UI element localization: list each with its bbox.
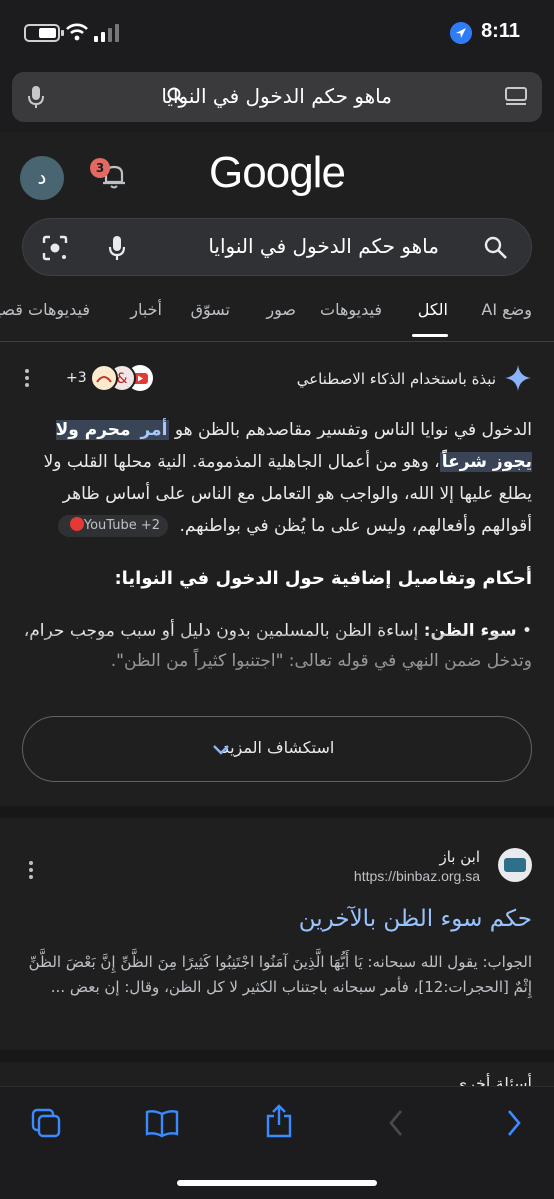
site-name[interactable]: ابن باز: [439, 848, 480, 866]
search-tabs: وضع AI الكل فيديوهات صور تسوّق أخبار فيد…: [0, 296, 554, 342]
ai-overview-title: نبذة باستخدام الذكاء الاصطناعي: [296, 370, 496, 388]
tab-images[interactable]: صور: [266, 300, 296, 319]
lens-icon[interactable]: [41, 234, 69, 262]
tab-short-videos[interactable]: فيديوهات قصيرة: [0, 300, 90, 319]
result-snippet: الجواب: يقول الله سبحانه: يَا أَيُّهَا ا…: [28, 953, 532, 996]
divider: [0, 341, 554, 342]
status-bar: 8:11: [0, 0, 554, 64]
search-result[interactable]: ابن باز https://binbaz.org.sa حكم سوء ال…: [0, 820, 554, 1050]
section-divider: [0, 806, 554, 818]
ai-summary-pre: الدخول في نوايا الناس وتفسير مقاصدهم بال…: [169, 420, 532, 440]
voice-search-icon[interactable]: [107, 234, 127, 262]
source-chip-label: YouTube +2: [83, 518, 161, 533]
signal-icon: [94, 24, 119, 42]
back-icon[interactable]: [386, 1107, 406, 1139]
ai-summary: الدخول في نوايا الناس وتفسير مقاصدهم بال…: [20, 414, 532, 542]
location-icon: [450, 22, 472, 44]
mic-icon[interactable]: [26, 84, 46, 110]
result-title-link[interactable]: حكم سوء الظن بالآخرين: [299, 906, 532, 932]
address-bar[interactable]: ماهو حكم الدخول في النوايا: [12, 72, 542, 122]
highlight-1: أمر: [132, 420, 170, 440]
share-icon[interactable]: [264, 1103, 294, 1139]
explore-more-label: استكشاف المزيد: [221, 738, 335, 757]
clock: 8:11: [481, 20, 520, 42]
section-divider: [0, 1050, 554, 1062]
favicon-icon: [504, 858, 526, 872]
url-text[interactable]: ماهو حكم الدخول في النوايا: [161, 84, 392, 108]
ai-overview: نبذة باستخدام الذكاء الاصطناعي & +3 الدخ…: [0, 344, 554, 806]
google-logo: Google: [209, 148, 346, 197]
source-chip[interactable]: YouTube +2: [57, 515, 169, 537]
search-icon[interactable]: [483, 235, 509, 261]
chevron-down-icon: [213, 745, 229, 755]
battery-icon: [24, 24, 64, 42]
tabs-icon[interactable]: [30, 1107, 62, 1139]
site-favicon: [498, 848, 532, 882]
search-input[interactable]: ماهو حكم الدخول في النوايا: [208, 234, 439, 258]
tab-news[interactable]: أخبار: [130, 300, 162, 319]
more-options-icon[interactable]: [28, 860, 34, 880]
source-count[interactable]: +3: [66, 370, 87, 386]
forward-icon[interactable]: [504, 1107, 524, 1139]
tab-shopping[interactable]: تسوّق: [191, 300, 230, 319]
wifi-icon: [66, 23, 88, 41]
google-header: د 3 Google ماهو حكم الدخول في النوايا وض…: [0, 132, 554, 342]
explore-more-button[interactable]: استكشاف المزيد: [22, 716, 532, 782]
reader-icon[interactable]: [504, 86, 528, 108]
browser-address-area: ماهو حكم الدخول في النوايا: [0, 64, 554, 132]
home-indicator: [177, 1180, 377, 1186]
svg-text:&: &: [117, 371, 128, 387]
sparkle-icon: [505, 365, 531, 391]
tab-all[interactable]: الكل: [418, 300, 448, 319]
bookmarks-icon[interactable]: [144, 1107, 180, 1139]
youtube-icon: [69, 517, 84, 531]
search-box[interactable]: ماهو حكم الدخول في النوايا: [22, 218, 532, 276]
tab-ai-mode[interactable]: وضع AI: [481, 300, 532, 319]
tab-videos[interactable]: فيديوهات: [320, 300, 382, 319]
ai-subheading: أحكام وتفاصيل إضافية حول الدخول في النوا…: [114, 568, 532, 589]
more-options-icon[interactable]: [24, 368, 30, 388]
site-url[interactable]: https://binbaz.org.sa: [354, 868, 480, 884]
active-tab-indicator: [412, 334, 448, 337]
